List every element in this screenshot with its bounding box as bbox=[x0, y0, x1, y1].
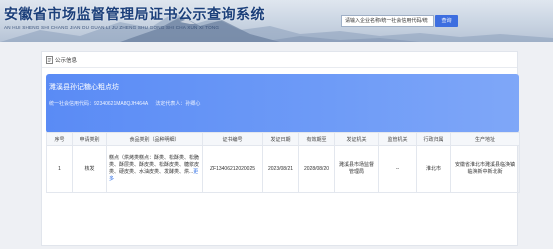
company-card: 濉溪县孙记糖心粗点坊 统一社会信用代码：92340621MA8QJH464A 法… bbox=[46, 74, 519, 133]
search-input[interactable]: 请输入企业名称/统一社会信用代码/统 bbox=[341, 15, 434, 27]
cell-cert-no: ZF13406212020025 bbox=[202, 145, 263, 193]
col-header-issue-date: 发证日期 bbox=[262, 132, 299, 146]
result-panel: 公示信息 濉溪县孙记糖心粗点坊 统一社会信用代码：92340621MA8QJH4… bbox=[41, 51, 520, 246]
cell-type: 核发 bbox=[72, 145, 107, 193]
cell-address: 安徽省淮北市濉溪县临涣镇临涣新中新北街 bbox=[450, 145, 520, 193]
col-header-issuer: 发证机关 bbox=[334, 132, 379, 146]
credit-code: 统一社会信用代码：92340621MA8QJH464A bbox=[49, 101, 148, 107]
site-title: 安徽省市场监督管理局证书公示查询系统 bbox=[4, 6, 265, 22]
company-meta: 统一社会信用代码：92340621MA8QJH464A 法定代表人：孙卿心 bbox=[49, 100, 200, 107]
cell-issuer: 濉溪县市场监督管理局 bbox=[334, 145, 379, 193]
legal-representative: 法定代表人：孙卿心 bbox=[155, 101, 201, 107]
site-subtitle: AN HUI SHENG SHI CHANG JIAN DU GUAN LI J… bbox=[4, 25, 220, 30]
col-header-category: 食品类别（品种明细） bbox=[106, 132, 203, 146]
cell-category: 糕点（烘烤类糕点：酥类、松酥类、松脆类、酥层类、酥皮类、松酥皮类、糖浆皮类、硬皮… bbox=[106, 145, 203, 193]
col-header-supervisor: 监管机关 bbox=[378, 132, 417, 146]
col-header-admin-region: 行政归属 bbox=[416, 132, 451, 146]
certificate-table: 序号 申请类别 食品类别（品种明细） 证书编号 发证日期 有效期至 发证机关 监… bbox=[46, 132, 520, 193]
panel-title: 公示信息 bbox=[55, 58, 78, 64]
cell-supervisor: -- bbox=[378, 145, 417, 193]
col-header-address: 生产地址 bbox=[450, 132, 520, 146]
header-banner: 安徽省市场监督管理局证书公示查询系统 AN HUI SHENG SHI CHAN… bbox=[0, 0, 553, 42]
cell-issue-date: 2023/08/21 bbox=[262, 145, 299, 193]
col-header-expiry-date: 有效期至 bbox=[298, 132, 335, 146]
document-icon bbox=[46, 56, 53, 64]
col-header-type: 申请类别 bbox=[72, 132, 107, 146]
cell-index: 1 bbox=[46, 145, 73, 193]
table-header-row: 序号 申请类别 食品类别（品种明细） 证书编号 发证日期 有效期至 发证机关 监… bbox=[46, 132, 520, 146]
company-name: 濉溪县孙记糖心粗点坊 bbox=[49, 84, 119, 91]
search-button[interactable]: 查询 bbox=[435, 15, 458, 27]
panel-header: 公示信息 bbox=[42, 52, 517, 68]
table-row: 1 核发 糕点（烘烤类糕点：酥类、松酥类、松脆类、酥层类、酥皮类、松酥皮类、糖浆… bbox=[46, 145, 520, 193]
col-header-index: 序号 bbox=[46, 132, 73, 146]
cell-admin-region: 淮北市 bbox=[416, 145, 451, 193]
category-text: 糕点（烘烤类糕点：酥类、松酥类、松脆类、酥层类、酥皮类、松酥皮类、糖浆皮类、硬皮… bbox=[109, 155, 200, 175]
cell-expiry-date: 2028/08/20 bbox=[298, 145, 335, 193]
col-header-cert-no: 证书编号 bbox=[202, 132, 263, 146]
